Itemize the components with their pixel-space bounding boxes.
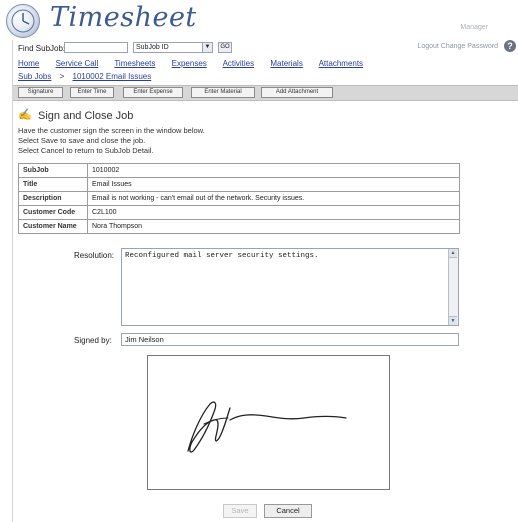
- resolution-text: Reconfigured mail server security settin…: [125, 252, 319, 260]
- detail-key: Title: [18, 177, 88, 192]
- detail-key: Description: [18, 191, 88, 206]
- find-field-select-value: SubJob ID: [136, 44, 169, 51]
- nav-activities[interactable]: Activities: [223, 59, 255, 68]
- breadcrumb: Sub Jobs > 1010002 Email Issues: [18, 72, 151, 81]
- tab-add-attachment[interactable]: Add Attachment: [261, 87, 333, 98]
- tab-enter-time[interactable]: Enter Time: [70, 87, 114, 98]
- detail-value: 1010002: [87, 163, 460, 178]
- signed-by-label: Signed by:: [74, 336, 112, 345]
- instructions: Have the customer sign the screen in the…: [18, 126, 205, 156]
- instruction-line: Select Cancel to return to SubJob Detail…: [18, 146, 154, 155]
- resolution-scrollbar[interactable]: ▲ ▼: [448, 249, 458, 325]
- table-row: Customer Code C2L100: [18, 205, 460, 220]
- action-toolbar: Signature Enter Time Enter Expense Enter…: [13, 85, 518, 101]
- signature-pad[interactable]: [147, 355, 390, 490]
- nav-materials[interactable]: Materials: [270, 59, 302, 68]
- find-subjob-label: Find SubJob:: [18, 44, 66, 53]
- chevron-down-icon[interactable]: ▼: [202, 43, 212, 52]
- cancel-button[interactable]: Cancel: [264, 504, 312, 518]
- table-row: Customer Name Nora Thompson: [18, 219, 460, 234]
- detail-value: Nora Thompson: [87, 219, 460, 234]
- scroll-down-icon[interactable]: ▼: [449, 316, 457, 325]
- table-row: Title Email Issues: [18, 177, 460, 192]
- tab-enter-material[interactable]: Enter Material: [191, 87, 255, 98]
- go-button[interactable]: GO: [218, 42, 232, 53]
- signed-by-input[interactable]: Jim Neilson: [121, 333, 459, 346]
- instruction-line: Have the customer sign the screen in the…: [18, 126, 205, 135]
- scroll-up-icon[interactable]: ▲: [449, 249, 457, 258]
- breadcrumb-sub-jobs[interactable]: Sub Jobs: [18, 72, 51, 81]
- table-row: SubJob 1010002: [18, 163, 460, 178]
- help-icon[interactable]: ?: [504, 40, 516, 52]
- nav-attachments[interactable]: Attachments: [319, 59, 363, 68]
- detail-value: C2L100: [87, 205, 460, 220]
- find-field-select[interactable]: SubJob ID ▼: [133, 42, 213, 53]
- breadcrumb-separator: >: [59, 72, 65, 81]
- signature-drawing: [187, 401, 347, 453]
- page-title: Sign and Close Job: [38, 110, 134, 122]
- nav-service-call[interactable]: Service Call: [56, 59, 99, 68]
- resolution-label: Resolution:: [74, 251, 115, 260]
- table-row: Description Email is not working - can't…: [18, 191, 460, 206]
- tab-enter-expense[interactable]: Enter Expense: [123, 87, 183, 98]
- nav-home[interactable]: Home: [18, 59, 39, 68]
- clock-logo-icon: [6, 4, 40, 38]
- user-name: Manager: [460, 24, 488, 31]
- instruction-line: Select Save to save and close the job.: [18, 136, 146, 145]
- detail-key: Customer Name: [18, 219, 88, 234]
- nav-timesheets[interactable]: Timesheets: [114, 59, 155, 68]
- resolution-textarea[interactable]: Reconfigured mail server security settin…: [121, 248, 459, 326]
- save-button[interactable]: Save: [223, 504, 257, 518]
- detail-value: Email Issues: [87, 177, 460, 192]
- app-title: Timesheet: [50, 2, 197, 33]
- detail-value: Email is not working - can't email out o…: [87, 191, 460, 206]
- detail-key: SubJob: [18, 163, 88, 178]
- tab-signature[interactable]: Signature: [18, 87, 63, 98]
- find-subjob-input[interactable]: [64, 42, 128, 53]
- signature-pen-icon: ✍: [18, 109, 32, 121]
- nav-expenses[interactable]: Expenses: [172, 59, 207, 68]
- content-border: [12, 40, 13, 522]
- main-nav: Home Service Call Timesheets Expenses Ac…: [18, 59, 377, 68]
- job-details-table: SubJob 1010002 Title Email Issues Descri…: [18, 163, 460, 234]
- detail-key: Customer Code: [18, 205, 88, 220]
- app-header: Timesheet Manager: [0, 0, 518, 40]
- breadcrumb-current-job[interactable]: 1010002 Email Issues: [73, 72, 152, 81]
- account-links[interactable]: Logout Change Password: [417, 43, 498, 50]
